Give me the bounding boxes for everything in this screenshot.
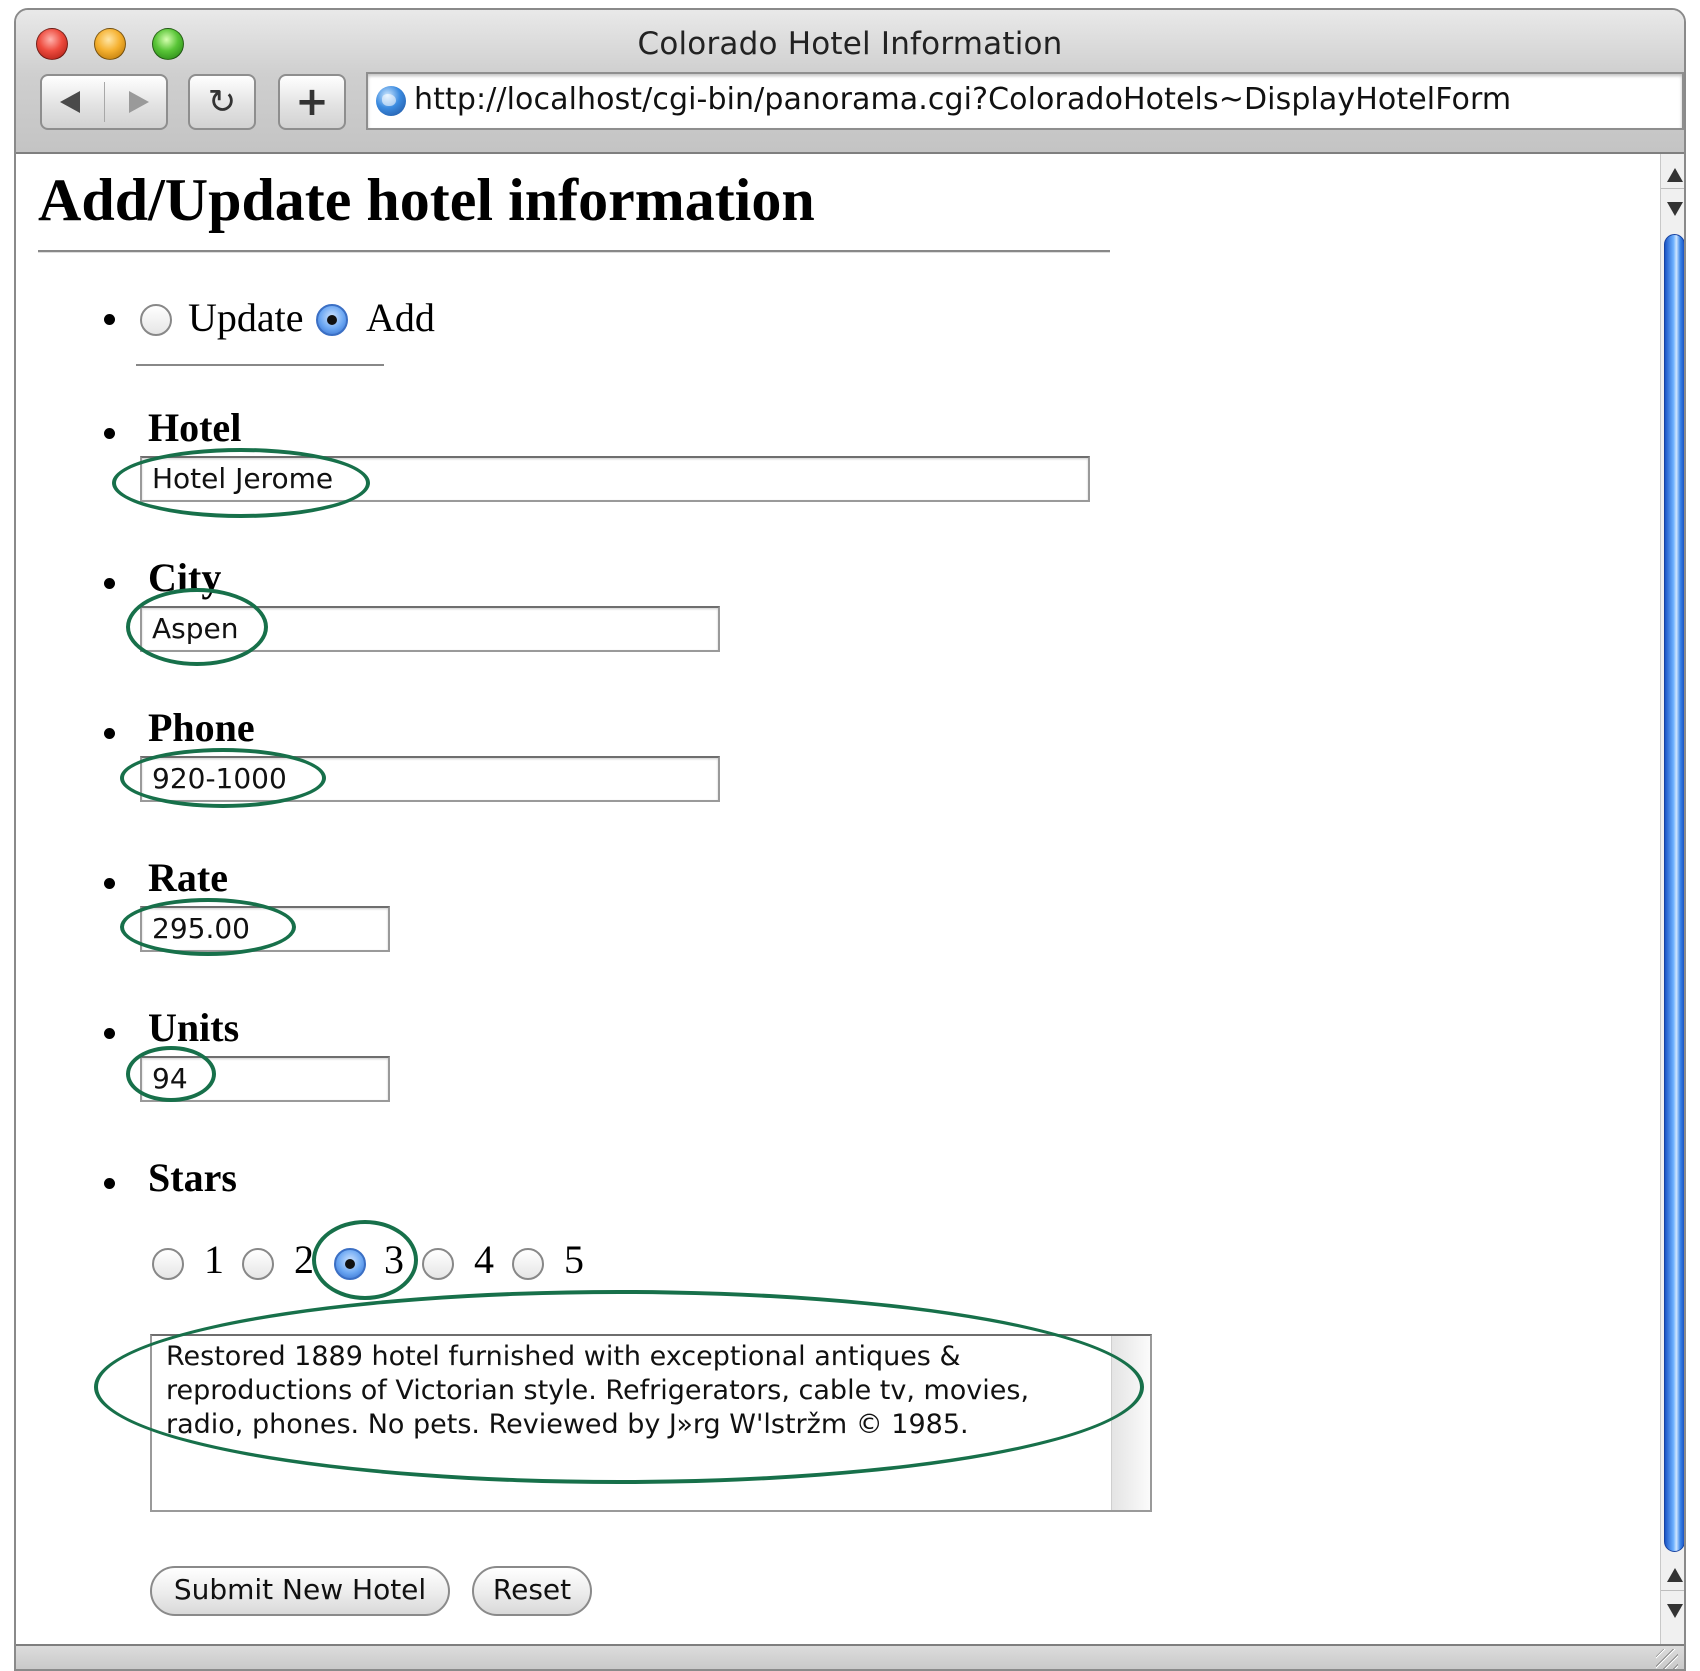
scroll-separator <box>1661 1590 1684 1591</box>
resize-grip-icon[interactable] <box>1656 1649 1678 1669</box>
scroll-down-arrow-icon[interactable] <box>1667 202 1683 216</box>
update-label: Update <box>188 295 304 340</box>
update-radio[interactable] <box>140 304 172 336</box>
list-bullet <box>104 728 115 739</box>
units-input[interactable]: 94 <box>140 1056 390 1102</box>
scroll-thumb[interactable] <box>1664 234 1684 1552</box>
navigation-buttons <box>40 74 168 130</box>
page-title: Add/Update hotel information <box>38 167 815 233</box>
browser-toolbar: Colorado Hotel Information ↻ + http://lo… <box>16 10 1684 154</box>
rate-input[interactable]: 295.00 <box>140 906 390 952</box>
mode-divider <box>136 364 384 366</box>
description-textarea[interactable]: Restored 1889 hotel furnished with excep… <box>150 1334 1152 1512</box>
status-bar <box>16 1644 1684 1669</box>
add-bookmark-button[interactable]: + <box>278 74 346 130</box>
star-radio-4[interactable] <box>422 1248 454 1280</box>
back-arrow-icon <box>60 91 80 113</box>
scroll-separator <box>1661 188 1684 189</box>
star-radio-2[interactable] <box>242 1248 274 1280</box>
forward-arrow-icon <box>129 91 149 113</box>
scroll-up-arrow-icon[interactable] <box>1667 168 1683 182</box>
browser-window: Colorado Hotel Information ↻ + http://lo… <box>14 8 1686 1671</box>
list-bullet <box>104 314 115 325</box>
star-radio-5[interactable] <box>512 1248 544 1280</box>
globe-icon <box>376 86 406 116</box>
reset-button[interactable]: Reset <box>472 1566 592 1616</box>
star-option-label: 4 <box>474 1237 494 1282</box>
star-radio-3[interactable] <box>334 1248 366 1280</box>
list-bullet <box>104 578 115 589</box>
plus-icon: + <box>295 79 329 125</box>
scroll-up-arrow-icon[interactable] <box>1667 1568 1683 1582</box>
star-option-label: 5 <box>564 1237 584 1282</box>
rate-label: Rate <box>148 855 228 900</box>
units-label: Units <box>148 1005 240 1050</box>
stars-label: Stars <box>148 1155 237 1200</box>
city-label: City <box>148 555 222 600</box>
forward-button[interactable] <box>105 76 167 128</box>
list-bullet <box>104 878 115 889</box>
star-option-label: 3 <box>384 1237 404 1282</box>
phone-label: Phone <box>148 705 255 750</box>
add-label: Add <box>366 295 435 340</box>
hotel-input[interactable]: Hotel Jerome <box>140 456 1090 502</box>
star-radio-1[interactable] <box>152 1248 184 1280</box>
textarea-scrollbar[interactable] <box>1111 1336 1150 1510</box>
list-bullet <box>104 428 115 439</box>
reload-button[interactable]: ↻ <box>188 74 256 130</box>
submit-new-hotel-button[interactable]: Submit New Hotel <box>150 1566 450 1616</box>
page-scrollbar[interactable] <box>1660 154 1684 1644</box>
star-option-label: 1 <box>204 1237 224 1282</box>
city-input[interactable]: Aspen <box>140 606 720 652</box>
url-text[interactable]: http://localhost/cgi-bin/panorama.cgi?Co… <box>414 82 1511 117</box>
title-divider <box>38 250 1110 253</box>
list-bullet <box>104 1178 115 1189</box>
scroll-down-arrow-icon[interactable] <box>1667 1604 1683 1618</box>
reload-icon: ↻ <box>207 82 237 122</box>
window-title: Colorado Hotel Information <box>637 26 1063 62</box>
list-bullet <box>104 1028 115 1039</box>
hotel-label: Hotel <box>148 405 242 450</box>
back-button[interactable] <box>42 76 104 128</box>
star-option-label: 2 <box>294 1237 314 1282</box>
description-text: Restored 1889 hotel furnished with excep… <box>166 1341 1030 1440</box>
phone-input[interactable]: 920-1000 <box>140 756 720 802</box>
address-bar[interactable]: http://localhost/cgi-bin/panorama.cgi?Co… <box>366 72 1684 130</box>
add-radio[interactable] <box>316 304 348 336</box>
page-content: Add/Update hotel information Update Add … <box>16 154 1660 1644</box>
